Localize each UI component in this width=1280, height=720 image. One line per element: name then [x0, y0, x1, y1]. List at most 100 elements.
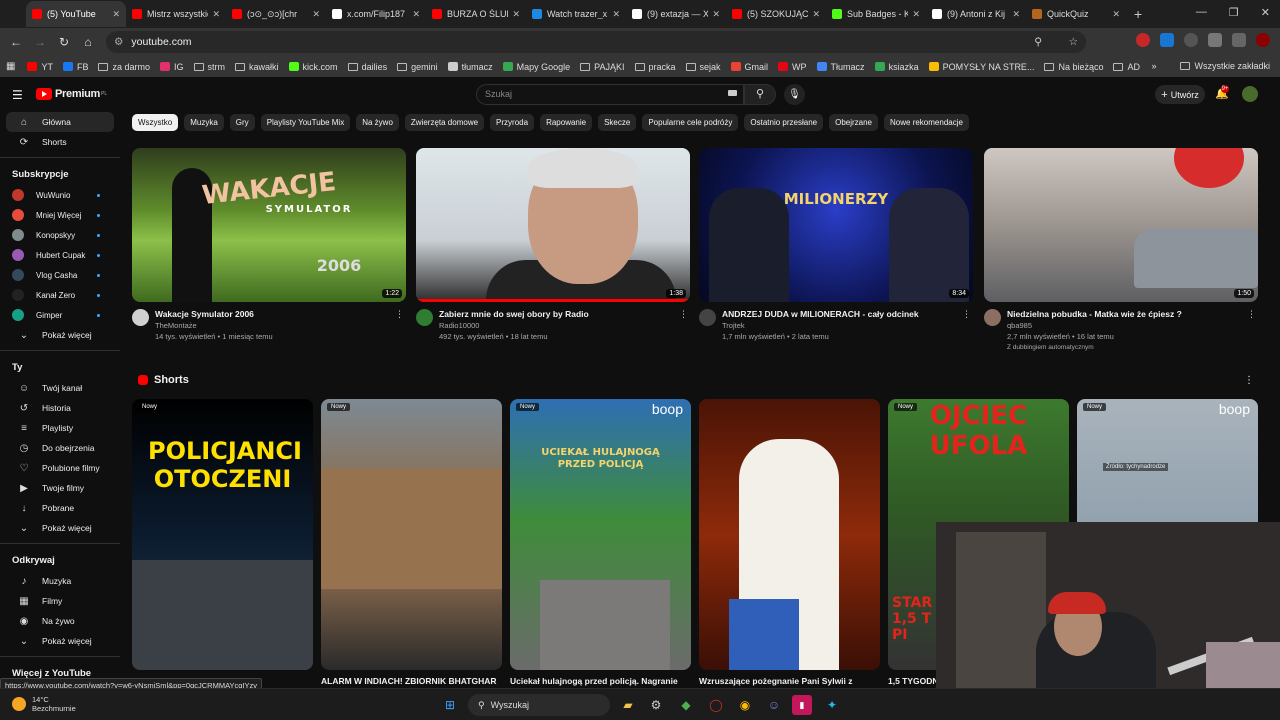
video-title[interactable]: Wakacje Symulator 2006 [155, 309, 273, 320]
minimize-icon[interactable]: — [1196, 6, 1207, 19]
tab-close-icon[interactable]: ✕ [912, 9, 920, 20]
video-title[interactable]: Niedzielna pobudka - Matka wie że ćpiesz… [1007, 309, 1182, 320]
filter-chip[interactable]: Nowe rekomendacje [884, 114, 969, 131]
filter-chip[interactable]: Playlisty YouTube Mix [260, 114, 351, 131]
filter-chip[interactable]: Rapowanie [540, 114, 593, 131]
tab-close-icon[interactable]: ✕ [412, 9, 420, 20]
video-thumbnail[interactable]: 1:38 [416, 148, 690, 302]
more-actions-icon[interactable]: ⋮ [1247, 309, 1256, 320]
browser-tab[interactable]: QuickQuiz ✕ [1026, 1, 1126, 27]
bookmark-item[interactable]: PAJĄKI [580, 62, 625, 72]
all-bookmarks[interactable]: » Wszystkie zakładki [1151, 61, 1270, 71]
short-thumbnail[interactable] [699, 399, 880, 670]
settings-icon[interactable]: ⚙ [646, 695, 666, 715]
shorts-more-icon[interactable]: ⋮ [1244, 375, 1254, 386]
bookmark-item[interactable]: pracka [634, 62, 676, 72]
sidebar-item[interactable]: ▦ Filmy [6, 591, 114, 611]
video-thumbnail[interactable]: 1:50 [984, 148, 1258, 302]
chrome-icon[interactable]: ◉ [735, 695, 755, 715]
tab-close-icon[interactable]: ✕ [612, 9, 620, 20]
channel-name[interactable]: Radio10000 [439, 320, 589, 331]
subscription-item[interactable]: Konopskyy [0, 225, 120, 245]
filter-chip[interactable]: Skecze [598, 114, 637, 131]
app-icon[interactable]: ▮ [792, 695, 812, 715]
video-card[interactable]: 1:50 Niedzielna pobudka - Matka wie że ćp… [984, 148, 1258, 353]
tab-close-icon[interactable]: ✕ [1012, 9, 1020, 20]
you-section-title[interactable]: Ty [0, 356, 120, 378]
browser-tab[interactable]: (5) SZOKUJĄCE ✕ [726, 1, 826, 27]
search-button[interactable]: ⚲ [744, 84, 776, 105]
close-icon[interactable]: ✕ [1261, 6, 1270, 19]
sidebar-item[interactable]: ♡ Polubione filmy [6, 458, 114, 478]
bookmark-item[interactable]: WP [778, 62, 807, 72]
bookmark-item[interactable]: AD [1113, 62, 1140, 72]
short-thumbnail[interactable]: Nowy POLICJANCI OTOCZENI [132, 399, 313, 670]
tab-close-icon[interactable]: ✕ [312, 9, 320, 20]
voice-search-button[interactable]: 🎙 [784, 84, 805, 105]
windows-start-icon[interactable]: ⊞ [440, 695, 460, 715]
short-title[interactable]: ALARM W INDIACH! ZBIORNIK BHATGHAR [321, 676, 502, 686]
bookmark-item[interactable]: FB [62, 62, 88, 72]
subscriptions-show-more[interactable]: ⌄ Pokaż więcej [6, 325, 114, 345]
more-actions-icon[interactable]: ⋮ [679, 309, 688, 320]
opera-icon[interactable]: ◯ [706, 695, 726, 715]
keyboard-icon[interactable] [728, 90, 737, 96]
short-card[interactable]: Nowy boop UCIEKAŁ HULAJNOGĄ PRZED POLICJĄ U… [510, 399, 691, 686]
apps-icon[interactable]: ▦ [6, 61, 15, 72]
browser-tab[interactable]: Sub Badges - K ✕ [826, 1, 926, 27]
tab-close-icon[interactable]: ✕ [112, 9, 120, 20]
back-icon[interactable]: ← [4, 35, 28, 49]
channel-avatar[interactable] [984, 309, 1001, 326]
hamburger-menu-icon[interactable]: ☰ [12, 88, 23, 102]
short-title[interactable]: Wzruszające pożegnanie Pani Sylwii z [699, 676, 880, 686]
short-card[interactable]: Nowy ALARM W INDIACH! ZBIORNIK BHATGHAR [321, 399, 502, 686]
bookmark-item[interactable]: tłumacz [447, 62, 493, 72]
bookmark-item[interactable]: strm [193, 62, 225, 72]
browser-tab[interactable]: (9) extazja — X ✕ [626, 1, 726, 27]
taskbar-search[interactable]: ⚲ Wyszukaj [468, 694, 610, 716]
extension-icon[interactable] [1184, 33, 1198, 47]
bookmark-item[interactable]: POMYSŁY NA STRE... [928, 62, 1034, 72]
sidebar-item[interactable]: ◉ Na żywo [6, 611, 114, 631]
app-icon[interactable]: ◆ [676, 695, 696, 715]
sidebar-item[interactable]: ▶ Twoje filmy [6, 478, 114, 498]
video-card[interactable]: MILIONERZY 8:34 ANDRZEJ DUDA w MILIONERACH… [699, 148, 973, 342]
filter-chip[interactable]: Gry [229, 114, 255, 131]
subscription-item[interactable]: Vlog Casha [0, 265, 120, 285]
tab-close-icon[interactable]: ✕ [1112, 9, 1120, 20]
sidebar-item[interactable]: ♪ Muzyka [6, 571, 114, 591]
sidebar-item[interactable]: ≡ Playlisty [6, 418, 114, 438]
new-tab-button[interactable]: + [1134, 6, 1142, 22]
browser-tab[interactable]: Watch trazer_x ✕ [526, 1, 626, 27]
bookmark-item[interactable]: IG [160, 62, 184, 72]
video-card[interactable]: WAKACJE SYMULATOR 2006 1:22 Wakacje Symulato… [132, 148, 406, 342]
short-card[interactable]: Nowy POLICJANCI OTOCZENI [132, 399, 313, 676]
filter-chip[interactable]: Muzyka [184, 114, 224, 131]
filter-chip[interactable]: Przyroda [490, 114, 535, 131]
sidebar-item[interactable]: ↺ Historia [6, 398, 114, 418]
browser-tab[interactable]: BURZA O ŚLUB ✕ [426, 1, 526, 27]
file-explorer-icon[interactable]: ▰ [618, 695, 638, 715]
filter-chip[interactable]: Na żywo [356, 114, 399, 131]
extension-icon[interactable] [1160, 33, 1174, 47]
browser-tab[interactable]: Mistrz wszystkich ✕ [126, 1, 226, 27]
browser-tab[interactable]: (ↄ⊙_⊙ↄ)[chr ✕ [226, 1, 326, 27]
tab-close-icon[interactable]: ✕ [812, 9, 820, 20]
bookmark-item[interactable]: za darmo [98, 62, 150, 72]
short-title[interactable]: Uciekał hulajnogą przed policją. Nagrani… [510, 676, 691, 686]
browser-tab[interactable]: x.com/Filip187 ✕ [326, 1, 426, 27]
short-card[interactable]: Wzruszające pożegnanie Pani Sylwii z [699, 399, 880, 686]
subscription-item[interactable]: WuWunio [0, 185, 120, 205]
bookmark-item[interactable]: Na bieżąco [1044, 62, 1103, 72]
maximize-icon[interactable]: ❐ [1229, 6, 1239, 19]
youtube-premium-logo[interactable]: Premium PL [36, 88, 107, 100]
bookmark-item[interactable]: kick.com [288, 62, 338, 72]
reload-icon[interactable]: ↻ [52, 35, 76, 49]
record-extension-icon[interactable] [1136, 33, 1150, 47]
url-field[interactable]: ⚙ youtube.com ⚲ ☆ [106, 31, 1086, 53]
tab-close-icon[interactable]: ✕ [212, 9, 220, 20]
video-card[interactable]: 1:38 Zabierz mnie do swej obory by Radio R… [416, 148, 690, 342]
filter-chip[interactable]: Zwierzęta domowe [404, 114, 485, 131]
filter-chip[interactable]: Wszystko [132, 114, 179, 131]
video-title[interactable]: Zabierz mnie do swej obory by Radio [439, 309, 589, 320]
